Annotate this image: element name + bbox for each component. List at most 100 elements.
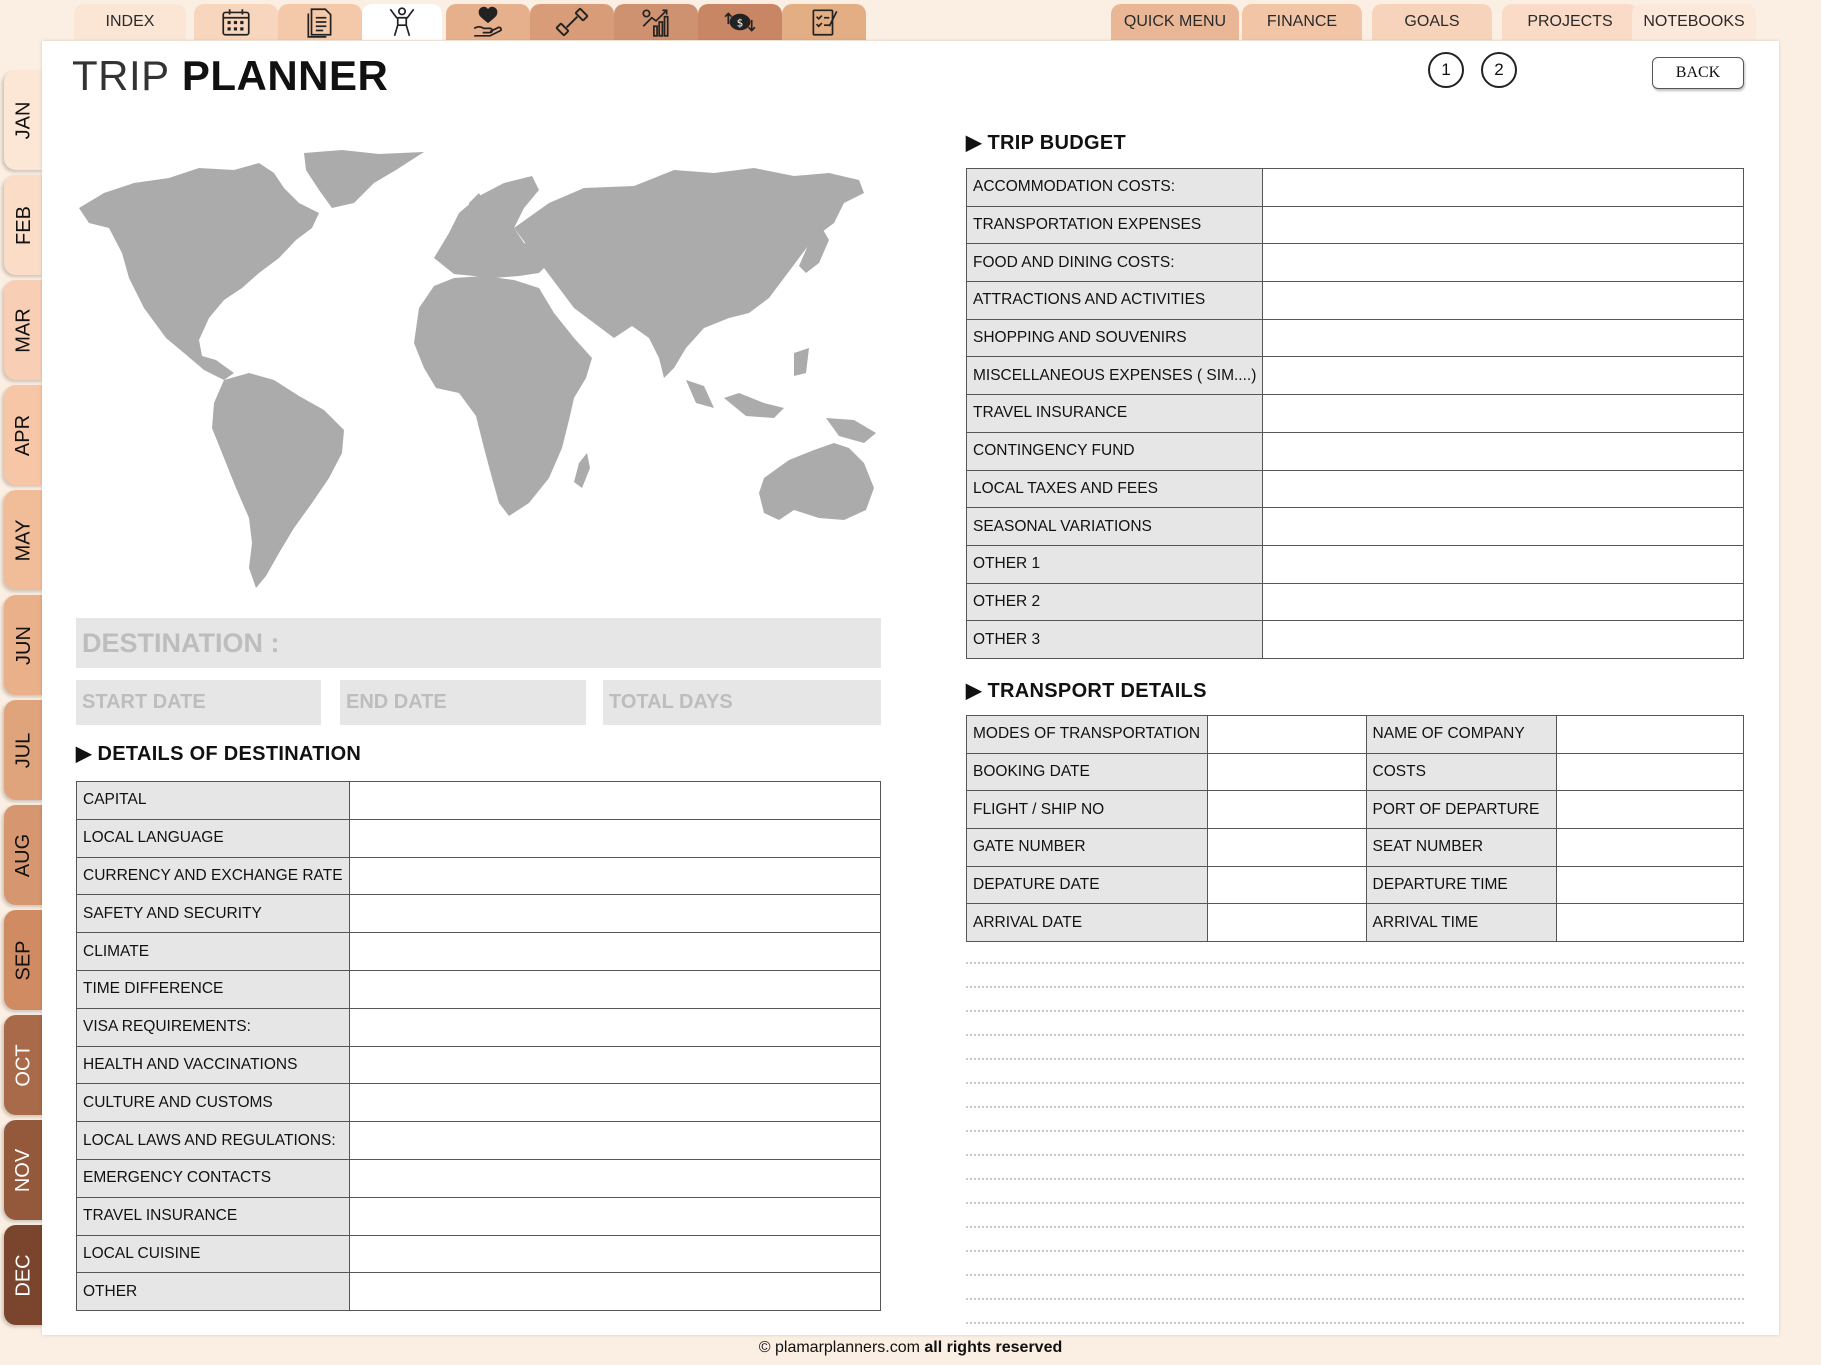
details-value-field[interactable] xyxy=(348,1083,882,1123)
details-value-field[interactable] xyxy=(348,781,882,820)
transport-value-field[interactable] xyxy=(1206,715,1367,754)
details-value-field[interactable] xyxy=(348,1196,882,1236)
transport-value-field[interactable] xyxy=(1555,903,1744,943)
tab-health-active[interactable] xyxy=(362,4,442,40)
tab-index[interactable]: INDEX xyxy=(74,4,186,40)
page-1-button[interactable]: 1 xyxy=(1428,52,1464,88)
details-value-field[interactable] xyxy=(348,932,882,971)
end-date-field[interactable]: END DATE xyxy=(340,680,586,725)
note-line[interactable] xyxy=(966,1204,1744,1228)
month-tab-feb[interactable]: FEB xyxy=(4,175,44,275)
budget-value-field[interactable] xyxy=(1262,620,1744,659)
budget-value-field[interactable] xyxy=(1262,469,1744,509)
budget-value-field[interactable] xyxy=(1262,243,1744,283)
transport-value-field[interactable] xyxy=(1555,865,1744,905)
heart-hand-icon xyxy=(473,6,502,37)
tab-notes[interactable] xyxy=(278,4,362,40)
details-value-field[interactable] xyxy=(348,1234,882,1274)
tab-notebooks[interactable]: NOTEBOOKS xyxy=(1632,4,1756,40)
note-line[interactable] xyxy=(966,940,1744,964)
budget-value-field[interactable] xyxy=(1262,281,1744,320)
budget-value-field[interactable] xyxy=(1262,205,1744,245)
budget-value-field[interactable] xyxy=(1262,431,1744,471)
month-tab-jan[interactable]: JAN xyxy=(4,70,44,170)
month-tab-apr[interactable]: APR xyxy=(4,385,44,485)
note-line[interactable] xyxy=(966,1108,1744,1132)
note-line[interactable] xyxy=(966,988,1744,1012)
details-value-field[interactable] xyxy=(348,1121,882,1160)
tab-selfcare[interactable] xyxy=(446,4,530,40)
tab-fitness[interactable] xyxy=(530,4,614,40)
note-line[interactable] xyxy=(966,1228,1744,1252)
map-greenland xyxy=(304,150,424,208)
note-line[interactable] xyxy=(966,1276,1744,1300)
transport-value-field[interactable] xyxy=(1206,790,1367,830)
transport-value-field[interactable] xyxy=(1555,715,1744,754)
budget-value-field[interactable] xyxy=(1262,582,1744,622)
transport-value-field[interactable] xyxy=(1206,828,1367,867)
tab-checklist[interactable] xyxy=(782,4,866,40)
transport-value-field[interactable] xyxy=(1555,790,1744,830)
month-tab-mar[interactable]: MAR xyxy=(4,280,44,380)
budget-value-field[interactable] xyxy=(1262,394,1744,433)
month-tab-dec[interactable]: DEC xyxy=(4,1225,44,1325)
tab-projects[interactable]: PROJECTS xyxy=(1502,4,1638,40)
details-value-field[interactable] xyxy=(348,1272,882,1312)
transport-value-field[interactable] xyxy=(1206,752,1367,792)
budget-value-field[interactable] xyxy=(1262,318,1744,358)
note-line[interactable] xyxy=(966,1132,1744,1156)
tab-quick-menu[interactable]: QUICK MENU xyxy=(1111,4,1239,40)
notes-lines[interactable] xyxy=(966,940,1744,1324)
details-value-field[interactable] xyxy=(348,1045,882,1085)
page-2-button[interactable]: 2 xyxy=(1481,52,1517,88)
note-line[interactable] xyxy=(966,964,1744,988)
budget-value-field[interactable] xyxy=(1262,544,1744,584)
month-tab-nov[interactable]: NOV xyxy=(4,1120,44,1220)
details-value-field[interactable] xyxy=(348,894,882,934)
note-line[interactable] xyxy=(966,1156,1744,1180)
transport-value-field[interactable] xyxy=(1206,903,1367,943)
month-tab-oct[interactable]: OCT xyxy=(4,1015,44,1115)
budget-row: ACCOMMODATION COSTS: xyxy=(965,168,1744,207)
note-line[interactable] xyxy=(966,1036,1744,1060)
note-line[interactable] xyxy=(966,1012,1744,1036)
budget-value-field[interactable] xyxy=(1262,356,1744,396)
destination-field[interactable]: DESTINATION : xyxy=(76,618,881,668)
total-days-field[interactable]: TOTAL DAYS xyxy=(603,680,881,725)
details-value-field[interactable] xyxy=(348,969,882,1009)
tab-goals[interactable]: GOALS xyxy=(1372,4,1492,40)
details-value-field[interactable] xyxy=(348,1158,882,1198)
back-button[interactable]: BACK xyxy=(1652,57,1744,89)
budget-value-field[interactable] xyxy=(1262,507,1744,546)
details-value-field[interactable] xyxy=(348,856,882,896)
month-tab-aug[interactable]: AUG xyxy=(4,805,44,905)
month-tab-may[interactable]: MAY xyxy=(4,490,44,590)
budget-label: TRANSPORTATION EXPENSES xyxy=(965,205,1264,245)
details-label: VISA REQUIREMENTS: xyxy=(76,1007,350,1047)
dumbbell-icon xyxy=(555,8,589,36)
budget-label: ACCOMMODATION COSTS: xyxy=(965,168,1264,207)
details-value-field[interactable] xyxy=(348,1007,882,1047)
month-tab-jul[interactable]: JUL xyxy=(4,700,44,800)
details-row: CAPITAL xyxy=(76,781,882,820)
note-line[interactable] xyxy=(966,1084,1744,1108)
transport-value-field[interactable] xyxy=(1206,865,1367,905)
note-line[interactable] xyxy=(966,1300,1744,1324)
tab-finance-menu[interactable]: FINANCE xyxy=(1242,4,1362,40)
start-date-field[interactable]: START DATE xyxy=(76,680,321,725)
note-line[interactable] xyxy=(966,1180,1744,1204)
tab-calendar[interactable] xyxy=(194,4,278,40)
note-line[interactable] xyxy=(966,1060,1744,1084)
month-tab-jun[interactable]: JUN xyxy=(4,595,44,695)
transport-value-field[interactable] xyxy=(1555,752,1744,792)
month-tab-label: AUG xyxy=(12,833,35,877)
details-row: HEALTH AND VACCINATIONS xyxy=(76,1045,882,1085)
tab-growth[interactable] xyxy=(614,4,698,40)
note-line[interactable] xyxy=(966,1252,1744,1276)
budget-value-field[interactable] xyxy=(1262,168,1744,207)
details-value-field[interactable] xyxy=(348,818,882,858)
tab-finance[interactable]: $ xyxy=(698,4,782,40)
transport-value-field[interactable] xyxy=(1555,828,1744,867)
month-tab-sep[interactable]: SEP xyxy=(4,910,44,1010)
transport-row: MODES OF TRANSPORTATION NAME OF COMPANY xyxy=(966,715,1744,754)
